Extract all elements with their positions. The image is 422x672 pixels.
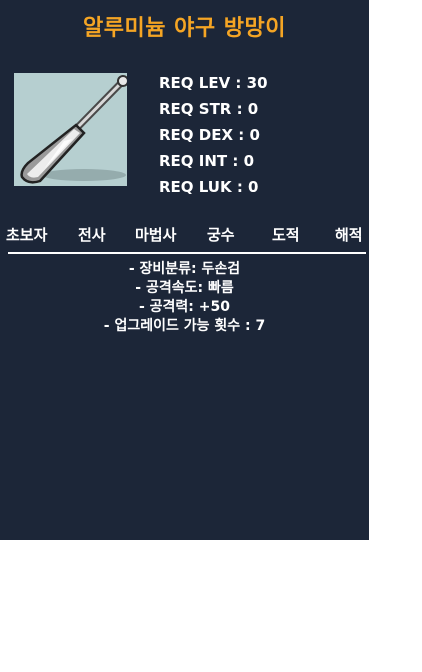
requirements-list: REQ LEV : 30 REQ STR : 0 REQ DEX : 0 REQ… [159, 70, 268, 200]
req-str: REQ STR : 0 [159, 100, 259, 118]
divider [8, 252, 366, 254]
stat-attack-speed: - 공격속도: 빠름 [135, 280, 234, 296]
stat-equip-category: - 장비분류: 두손검 [128, 261, 241, 277]
item-name: 알루미늄 야구 방망이 [83, 16, 286, 41]
job-magician: 마법사 [135, 226, 177, 244]
item-tooltip: 알루미늄 야구 방망이 REQ LEV : 30 REQ STR : 0 REQ… [0, 0, 369, 540]
job-beginner: 초보자 [6, 226, 48, 244]
aluminum-baseball-bat-icon [14, 73, 127, 186]
job-warrior: 전사 [78, 226, 106, 244]
stat-upgrade-slots: - 업그레이드 가능 횟수 : 7 [103, 318, 266, 334]
req-int: REQ INT : 0 [159, 152, 255, 170]
job-list: 초보자 전사 마법사 궁수 도적 해적 [0, 222, 369, 248]
stat-attack-power: - 공격력: +50 [138, 299, 230, 315]
job-pirate: 해적 [335, 226, 363, 244]
req-dex: REQ DEX : 0 [159, 126, 260, 144]
job-archer: 궁수 [207, 226, 235, 244]
item-stats: - 장비분류: 두손검 - 공격속도: 빠름 - 공격력: +50 - 업그레이… [0, 260, 369, 336]
req-level: REQ LEV : 30 [159, 74, 268, 92]
req-luk: REQ LUK : 0 [159, 178, 259, 196]
job-thief: 도적 [272, 226, 300, 244]
